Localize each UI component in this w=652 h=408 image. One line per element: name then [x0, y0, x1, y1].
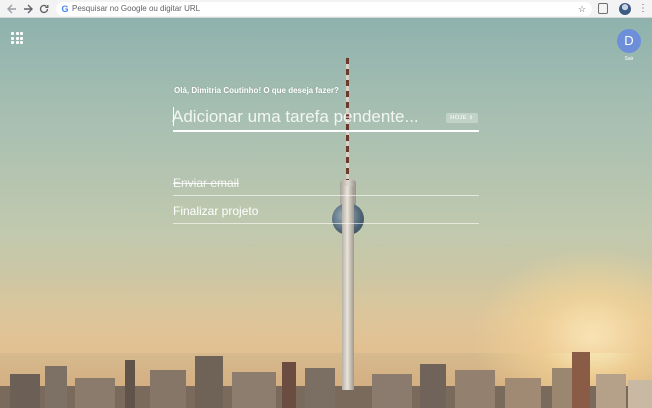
task-input[interactable]	[172, 106, 434, 128]
forward-button[interactable]	[21, 2, 35, 16]
vertical-dots-icon[interactable]: ⋮	[638, 2, 648, 16]
up-down-icon: ⇕	[469, 115, 474, 121]
task-item[interactable]: Enviar email	[173, 172, 479, 196]
task-item[interactable]: Finalizar projeto	[173, 200, 479, 224]
arrow-left-icon	[7, 4, 16, 14]
task-label: Enviar email	[173, 176, 240, 190]
google-logo-icon: G	[61, 4, 69, 14]
star-icon[interactable]: ☆	[578, 2, 586, 16]
grid-icon[interactable]	[11, 32, 23, 44]
due-date-selector[interactable]: HOJE ⇕	[446, 113, 478, 123]
due-date-label: HOJE	[450, 115, 467, 121]
sky-haze	[0, 273, 652, 353]
task-input-underline	[173, 130, 479, 132]
reload-icon	[39, 4, 49, 14]
profile-avatar-icon[interactable]	[619, 3, 631, 15]
browser-toolbar: G Pesquisar no Google ou digitar URL ☆ ⋮	[0, 0, 652, 18]
city-skyline	[0, 346, 652, 408]
arrow-right-icon	[24, 4, 33, 14]
address-bar-placeholder: Pesquisar no Google ou digitar URL	[72, 4, 201, 13]
back-button[interactable]	[5, 2, 19, 16]
greeting-text: Olá, Dimitria Coutinho! O que deseja faz…	[174, 86, 339, 95]
reload-button[interactable]	[37, 2, 51, 16]
account-avatar[interactable]: D	[617, 29, 641, 53]
task-label: Finalizar projeto	[173, 204, 259, 218]
text-caret	[173, 107, 174, 126]
extension-icon[interactable]	[598, 3, 608, 14]
address-bar[interactable]: G Pesquisar no Google ou digitar URL ☆	[56, 2, 592, 16]
signout-link[interactable]: Sair	[617, 56, 641, 62]
